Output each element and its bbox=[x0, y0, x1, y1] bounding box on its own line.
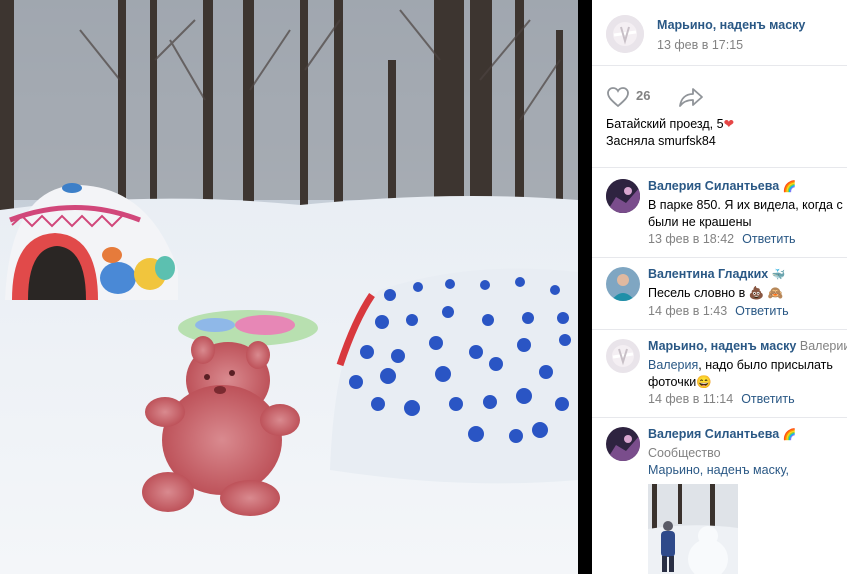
attached-photo-thumbnail bbox=[648, 484, 738, 574]
rainbow-emoji: 🌈 bbox=[782, 429, 797, 441]
smile-emoji: 😄 bbox=[696, 375, 712, 389]
comment-author[interactable]: Валентина Гладких 🐳 bbox=[648, 267, 785, 281]
heart-emoji: ❤ bbox=[723, 117, 735, 131]
comment-date[interactable]: 13 фев в 18:42 bbox=[648, 232, 734, 246]
divider bbox=[592, 329, 847, 330]
avatar[interactable] bbox=[606, 179, 640, 213]
rainbow-emoji: 🌈 bbox=[782, 181, 797, 193]
share-arrow-icon[interactable] bbox=[678, 86, 704, 108]
user-photo-icon bbox=[606, 427, 640, 461]
emoji-group: 💩 🙈 bbox=[748, 286, 784, 300]
comment-author-name[interactable]: Валерия Силантьева bbox=[648, 179, 779, 193]
comment-meta: 14 фев в 1:43 Ответить bbox=[648, 304, 789, 318]
comment-date[interactable]: 14 фев в 1:43 bbox=[648, 304, 727, 318]
avatar[interactable] bbox=[606, 267, 640, 301]
comment-text-line1: В парке 850. Я их видела, когда с bbox=[648, 198, 843, 212]
reply-to-label[interactable]: Валерии bbox=[800, 339, 847, 353]
snow-sculptures-photo bbox=[0, 0, 578, 574]
post-text-line1: Батайский проезд, 5 bbox=[606, 117, 724, 131]
like-count[interactable]: 26 bbox=[636, 88, 650, 103]
avatar[interactable] bbox=[606, 427, 640, 461]
avatar[interactable] bbox=[606, 339, 640, 373]
post-text-line2: Засняла smurfsk84 bbox=[606, 134, 716, 148]
post-sidebar: Марьино, наденъ маску 13 фев в 17:15 26 … bbox=[592, 0, 847, 574]
community-logo-icon bbox=[606, 15, 644, 53]
mention-link[interactable]: Валерия bbox=[648, 358, 698, 372]
comment-author[interactable]: Валерия Силантьева 🌈 bbox=[648, 179, 796, 193]
comment-text-line2: были не крашены bbox=[648, 215, 752, 229]
post-author-link[interactable]: Марьино, наденъ маску bbox=[657, 18, 805, 32]
whale-emoji: 🐳 bbox=[771, 269, 786, 281]
comment-author[interactable]: Марьино, наденъ маску Валерии bbox=[648, 339, 847, 353]
comment-text-line2: фоточки bbox=[648, 375, 697, 389]
comment-author-name[interactable]: Марьино, наденъ маску bbox=[648, 339, 796, 353]
community-logo-icon bbox=[606, 339, 640, 373]
comment-meta: 14 фев в 11:14 Ответить bbox=[648, 392, 795, 406]
community-avatar[interactable] bbox=[606, 15, 644, 53]
reply-button[interactable]: Ответить bbox=[735, 304, 788, 318]
comment-meta: 13 фев в 18:42 Ответить bbox=[648, 232, 796, 246]
user-photo-icon bbox=[606, 179, 640, 213]
comment-date[interactable]: 14 фев в 11:14 bbox=[648, 392, 733, 406]
post-text: Батайский проезд, 5❤ Засняла smurfsk84 bbox=[606, 116, 841, 150]
divider bbox=[592, 257, 847, 258]
post-header: Марьино, наденъ маску 13 фев в 17:15 bbox=[592, 0, 847, 66]
user-photo-icon bbox=[606, 267, 640, 301]
comment-text: Сообщество Марьино, наденъ маску, bbox=[648, 445, 847, 479]
divider bbox=[592, 417, 847, 418]
heart-outline-icon[interactable] bbox=[606, 86, 630, 108]
post-date[interactable]: 13 фев в 17:15 bbox=[657, 38, 743, 52]
attached-photo[interactable] bbox=[648, 484, 738, 574]
comment-text: Валерия, надо было присылать фоточки😄 bbox=[648, 357, 847, 391]
post-photo[interactable] bbox=[0, 0, 578, 574]
community-link[interactable]: Марьино, наденъ маску, bbox=[648, 462, 847, 479]
comment-text-line1: Песель словно в bbox=[648, 286, 749, 300]
comment-author-name[interactable]: Валентина Гладких bbox=[648, 267, 768, 281]
comment-text-line1: Сообщество bbox=[648, 446, 721, 460]
divider bbox=[592, 167, 847, 168]
comment-text: Песель словно в 💩 🙈 bbox=[648, 285, 847, 302]
comment-text: В парке 850. Я их видела, когда с были н… bbox=[648, 197, 847, 231]
comment-author-name[interactable]: Валерия Силантьева bbox=[648, 427, 779, 441]
reply-button[interactable]: Ответить bbox=[741, 392, 794, 406]
post-actions: 26 bbox=[592, 84, 847, 110]
comment-author[interactable]: Валерия Силантьева 🌈 bbox=[648, 427, 796, 441]
comment-text-line1: , надо было присылать bbox=[698, 358, 833, 372]
reply-button[interactable]: Ответить bbox=[742, 232, 795, 246]
